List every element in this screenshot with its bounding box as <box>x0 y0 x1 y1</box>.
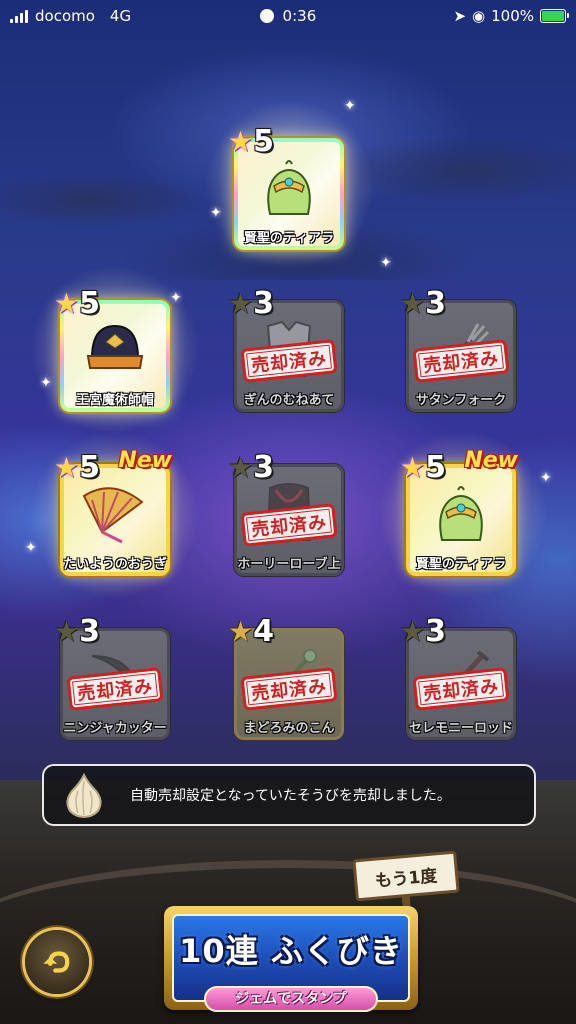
rotation-lock-icon: ◉ <box>472 7 486 25</box>
rarity-badge: ★ 3 <box>228 450 274 485</box>
item-name: ぎんのむねあて <box>243 393 335 408</box>
rarity-badge: ★ 5 <box>54 286 100 321</box>
item-name: 王宮魔術師帽 <box>75 393 154 408</box>
item-card[interactable]: ★ 5 賢聖のティアラ <box>228 124 344 250</box>
rarity-badge: ★ 3 <box>400 286 446 321</box>
item-name: セレモニーロッド <box>408 721 513 736</box>
battery-icon <box>540 9 569 23</box>
fan-icon <box>82 487 144 544</box>
star-icon: ★ <box>400 286 426 320</box>
rarity-badge: ★ 3 <box>400 614 446 649</box>
star-icon: ★ <box>54 614 80 648</box>
location-icon: ➤ <box>453 7 467 25</box>
auto-sell-message: 自動売却設定となっていたそうびを売却しました。 <box>42 764 536 826</box>
item-card[interactable]: 売却済み ★ 3 ニンジャカッター <box>54 614 170 740</box>
gacha-subtitle: ジェムでスタンプ <box>204 986 378 1012</box>
rarity-badge: ★ 4 <box>228 614 274 649</box>
item-name: 賢聖のティアラ <box>415 557 507 572</box>
tiara-icon <box>267 160 311 215</box>
message-text: 自動売却設定となっていたそうびを売却しました。 <box>130 788 451 804</box>
item-card[interactable]: 売却済み ★ 3 ぎんのむねあて <box>228 286 344 412</box>
item-card[interactable]: 売却済み ★ 3 サタンフォーク <box>400 286 516 412</box>
item-card[interactable]: ★ 5 New 賢聖のティアラ <box>400 448 518 576</box>
item-card[interactable]: 売却済み ★ 3 セレモニーロッド <box>400 614 516 740</box>
gacha-title: 10連 ふくびき <box>179 932 403 970</box>
item-card[interactable]: ★ 5 New たいようのおうぎ <box>54 448 172 576</box>
wizard-hat-icon <box>86 324 144 369</box>
star-icon: ★ <box>228 286 254 320</box>
rarity-badge: ★ 5 <box>228 124 274 159</box>
rarity-badge: ★ 5 <box>400 450 446 485</box>
tiara-icon <box>439 486 483 541</box>
rarity-badge: ★ 5 <box>54 450 100 485</box>
star-icon: ★ <box>54 450 80 484</box>
sparkle-icon: ✦ <box>344 98 356 114</box>
item-card[interactable]: 売却済み ★ 4 まどろみのこん <box>228 614 344 740</box>
item-card[interactable]: ★ 5 王宮魔術師帽 <box>54 286 170 412</box>
item-name: たいようのおうぎ <box>63 557 167 572</box>
star-icon: ★ <box>228 450 254 484</box>
item-name: サタンフォーク <box>415 393 507 408</box>
new-badge: New <box>118 448 172 473</box>
star-icon: ★ <box>400 450 426 484</box>
orientation-lock-icon <box>259 9 274 23</box>
clock: 0:36 <box>282 7 317 25</box>
item-name: ニンジャカッター <box>63 721 167 736</box>
back-button[interactable] <box>25 930 89 994</box>
rarity-badge: ★ 3 <box>54 614 100 649</box>
star-icon: ★ <box>400 614 426 648</box>
item-card[interactable]: 売却済み ★ 3 ホーリーローブ上 <box>228 450 344 576</box>
star-icon: ★ <box>54 286 80 320</box>
new-badge: New <box>464 448 518 473</box>
garlic-gem-icon <box>60 771 108 819</box>
sparkle-icon: ✦ <box>380 255 392 271</box>
return-arrow-icon <box>43 951 70 973</box>
item-name: ホーリーローブ上 <box>237 557 341 572</box>
item-name: 賢聖のティアラ <box>243 231 335 246</box>
rarity-badge: ★ 3 <box>228 286 274 321</box>
status-bar: docomo 4G 0:36 ➤ ◉ 100% <box>0 0 576 32</box>
item-name: まどろみのこん <box>243 721 335 736</box>
star-icon: ★ <box>228 614 254 648</box>
star-icon: ★ <box>228 124 254 158</box>
battery-percent: 100% <box>491 7 534 25</box>
ten-pull-gacha-button[interactable]: 10連 ふくびき ジェムでスタンプ <box>164 906 418 1012</box>
